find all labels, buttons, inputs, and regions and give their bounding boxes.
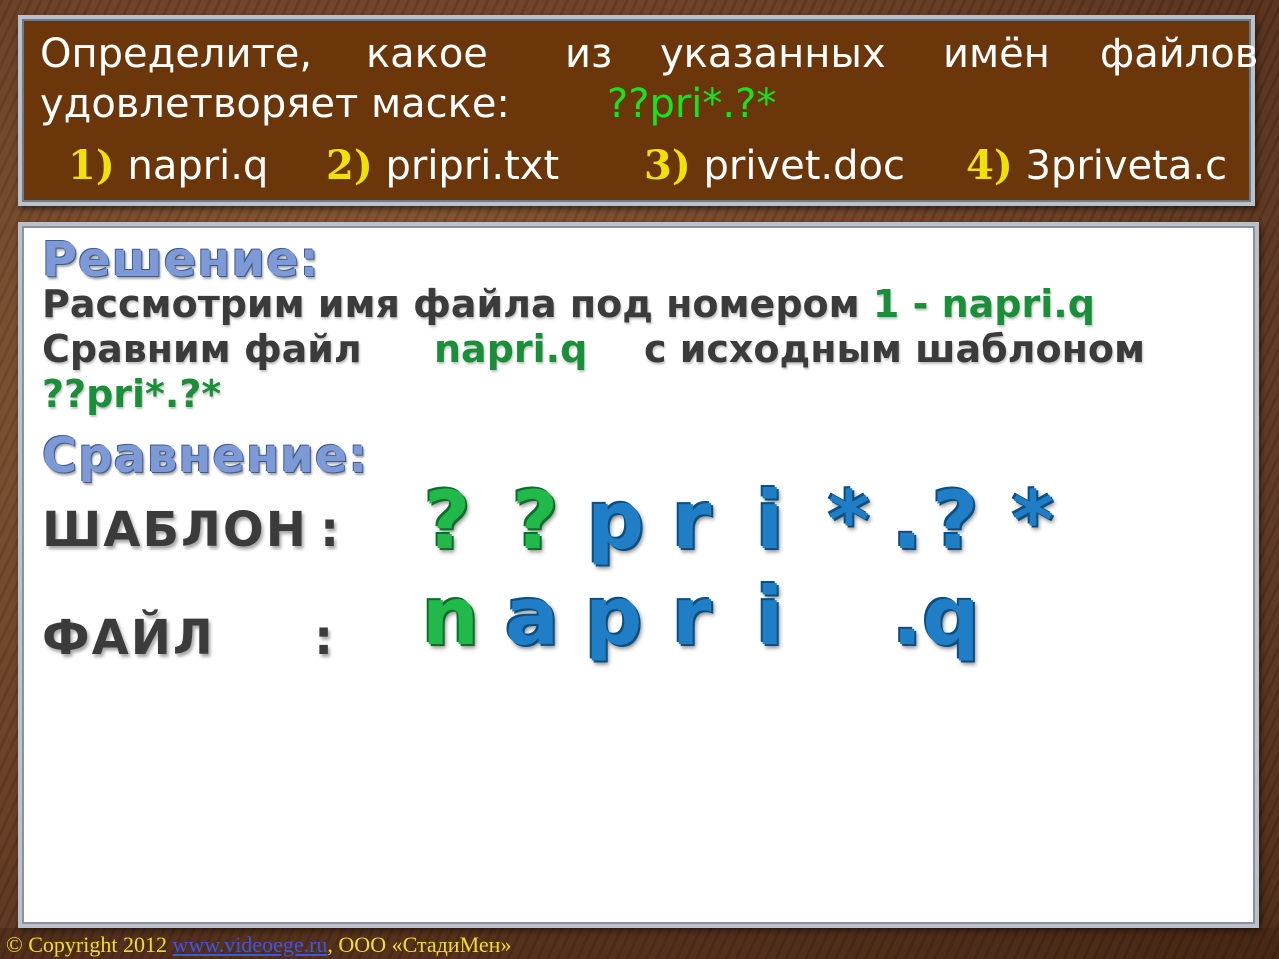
- footer-separator: ,: [327, 932, 333, 957]
- company-name: ООО «СтадиМен»: [338, 932, 512, 957]
- template-colon: :: [320, 502, 340, 558]
- option-number: 2): [326, 142, 373, 189]
- template-char-star: *: [1012, 474, 1054, 567]
- solution-line-2-tail: с исходным шаблоном: [644, 327, 1146, 371]
- template-char-p: p: [587, 474, 645, 567]
- option-number: 4): [966, 142, 1013, 189]
- file-char-n: n: [422, 570, 479, 663]
- solution-panel: Решение: Рассмотрим имя файла под номеро…: [18, 222, 1259, 928]
- option-filename: pripri.txt: [385, 143, 560, 189]
- solution-heading: Решение:: [42, 232, 320, 288]
- footer: © Copyright 2012 www.videoege.ru, ООО «С…: [6, 932, 511, 958]
- template-char-r: r: [672, 474, 712, 567]
- template-char-question: ?: [512, 474, 559, 567]
- question-panel: Определите, какое из указанных имён файл…: [18, 15, 1259, 206]
- template-label: ШАБЛОН: [42, 502, 308, 558]
- template-char-dot: .: [892, 474, 923, 567]
- option-filename: privet.doc: [703, 143, 905, 189]
- template-char-question: ?: [932, 474, 979, 567]
- option-number: 3): [644, 142, 691, 189]
- question-word: из: [565, 31, 613, 77]
- question-text: удовлетворяет маске:: [40, 81, 510, 127]
- website-link[interactable]: www.videoege.ru: [172, 932, 327, 957]
- solution-line-2: Сравним файл: [42, 327, 362, 371]
- option-4: 4) 3priveta.c: [966, 141, 1227, 191]
- option-3: 3) privet.doc: [644, 141, 905, 191]
- file-char-i: i: [756, 570, 784, 663]
- solution-text: Рассмотрим имя файла под номером: [42, 282, 860, 326]
- option-number: 1): [68, 142, 115, 189]
- template-char-question: ?: [424, 474, 471, 567]
- file-char-p: p: [585, 570, 643, 663]
- mask-pattern: ??pri*.?*: [607, 81, 777, 127]
- option-filename: napri.q: [127, 143, 269, 189]
- option-2: 2) pripri.txt: [326, 141, 559, 191]
- option-1: 1) napri.q: [68, 141, 268, 191]
- file-char-r: r: [672, 570, 712, 663]
- question-word: файлов: [1100, 31, 1259, 77]
- template-char-i: i: [756, 474, 784, 567]
- template-char-star: *: [828, 474, 870, 567]
- solution-filename: napri.q: [434, 327, 588, 371]
- question-word: какое: [366, 31, 488, 77]
- answer-options: 1) napri.q 2) pripri.txt 3) privet.doc 4…: [22, 141, 1251, 195]
- solution-line-1: Рассмотрим имя файла под номером 1 - nap…: [42, 282, 1095, 326]
- option-filename: 3priveta.c: [1025, 143, 1228, 189]
- question-word: имён: [943, 31, 1050, 77]
- file-char-dot-q: .q: [892, 570, 980, 663]
- copyright-text: © Copyright 2012: [6, 932, 167, 957]
- file-colon: :: [314, 610, 334, 666]
- file-char-a: a: [505, 570, 559, 663]
- solution-highlight: 1 - napri.q: [872, 282, 1095, 326]
- comparison-heading: Сравнение:: [42, 428, 369, 484]
- solution-mask: ??pri*.?*: [42, 372, 222, 416]
- question-word: указанных: [660, 31, 886, 77]
- question-line-2: удовлетворяет маске: ??pri*.?*: [40, 81, 1239, 127]
- question-word: Определите,: [40, 31, 313, 77]
- file-label: ФАЙЛ: [42, 610, 215, 666]
